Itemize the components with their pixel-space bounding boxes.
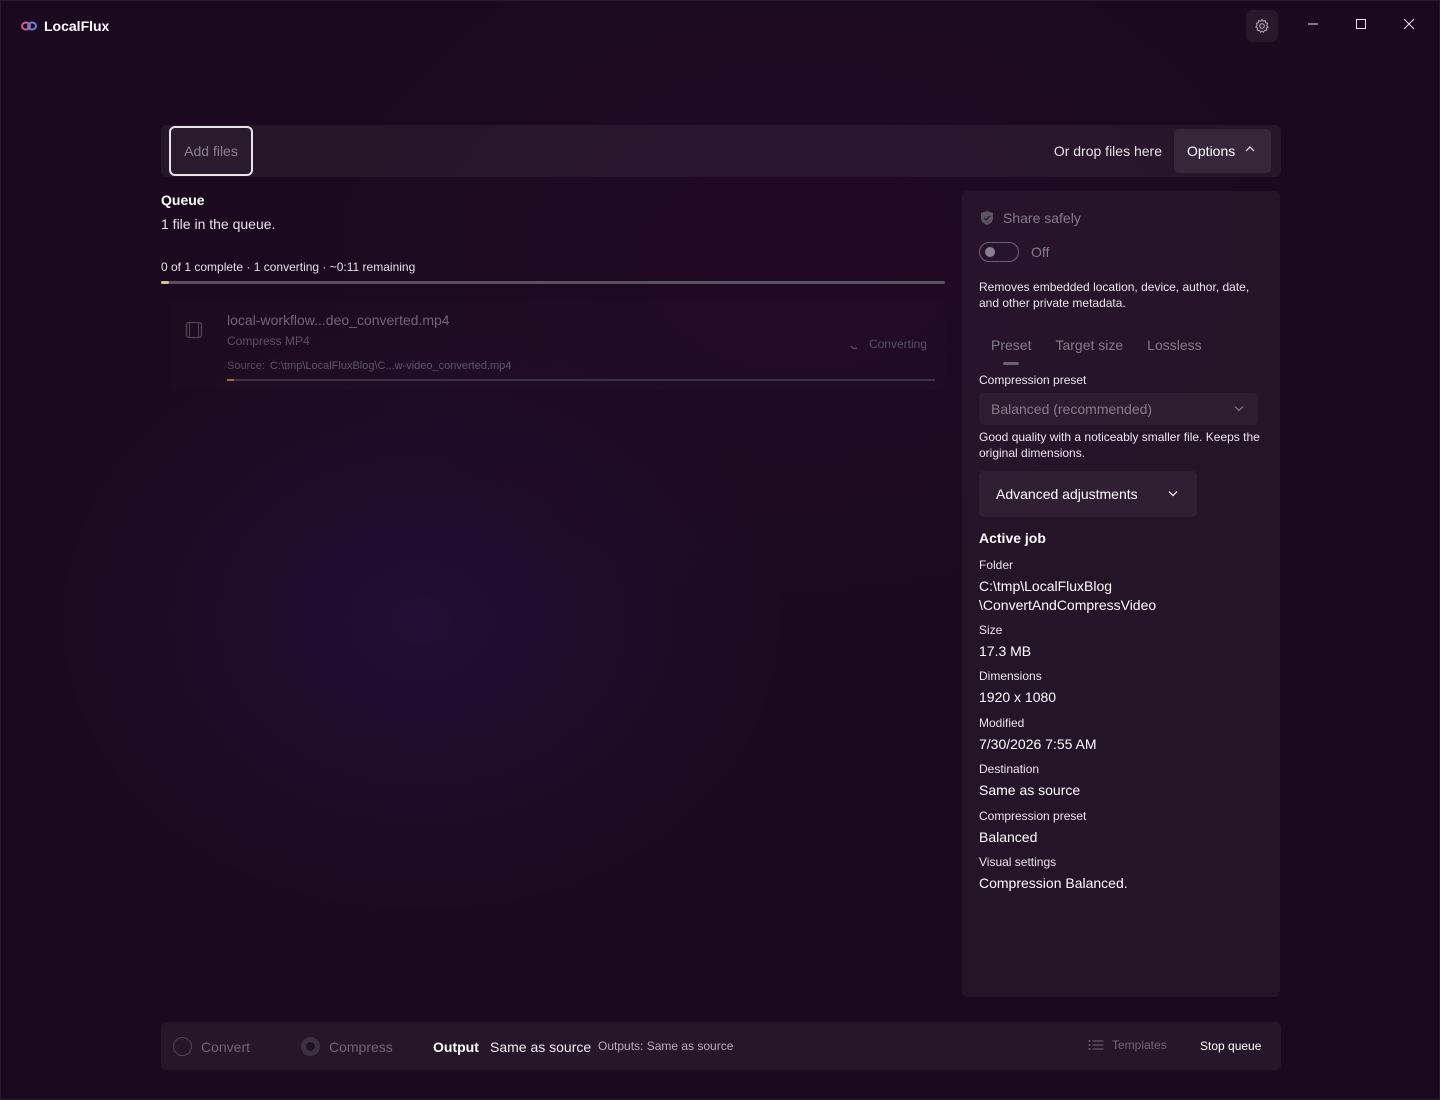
chevron-up-icon: [1245, 146, 1255, 152]
visual-settings-label: Visual settings: [979, 855, 1057, 869]
add-files-button[interactable]: Add files: [169, 126, 253, 176]
advanced-adjustments-button[interactable]: Advanced adjustments: [979, 471, 1197, 517]
job-status-label: Converting: [868, 337, 927, 351]
share-safely-title: Share safely: [1003, 210, 1081, 226]
compression-mode-tabs: Preset Target size Lossless: [979, 337, 1214, 365]
share-safely-toggle[interactable]: [979, 242, 1019, 262]
mode-compress-radio[interactable]: [301, 1037, 320, 1056]
folder-value: C:\tmp\LocalFluxBlog \ConvertAndCompress…: [979, 578, 1157, 613]
destination-value: Same as source: [979, 782, 1081, 798]
minimize-icon: [1308, 23, 1318, 25]
compression-preset-value: Balanced (recommended): [991, 401, 1153, 417]
maximize-icon: [1356, 19, 1366, 29]
preset-description: Good quality with a noticeably smaller f…: [979, 430, 1260, 460]
drop-hint: Or drop files here: [1053, 143, 1162, 159]
job-progress-bar: [227, 379, 935, 381]
destination-label: Destination: [979, 762, 1040, 776]
output-label: Output: [433, 1039, 479, 1055]
job-operation: Compress MP4: [227, 334, 310, 348]
share-safely-header: Share safely: [979, 210, 1081, 226]
shield-icon: [981, 211, 993, 225]
job-compression-preset-label: Compression preset: [979, 809, 1087, 823]
advanced-adjustments-label: Advanced adjustments: [996, 486, 1138, 502]
compression-preset-label: Compression preset: [979, 373, 1087, 387]
modified-value: 7/30/2026 7:55 AM: [979, 736, 1097, 752]
job-file-name: local-workflow...deo_converted.mp4: [227, 312, 450, 328]
folder-label: Folder: [979, 558, 1014, 572]
modified-label: Modified: [979, 716, 1025, 730]
toggle-knob: [985, 247, 995, 257]
share-safely-description: Removes embedded location, device, autho…: [979, 280, 1250, 310]
job-progress-fill: [227, 379, 235, 381]
stop-queue-button[interactable]: Stop queue: [1200, 1039, 1261, 1053]
templates-label: Templates: [1112, 1038, 1167, 1052]
title-bar: LocalFlux: [1, 1, 1440, 51]
tab-lossless[interactable]: Lossless: [1135, 337, 1213, 365]
queue-progress-bar: [161, 281, 945, 284]
queue-summary: 0 of 1 complete · 1 converting · ~0:11 r…: [161, 260, 416, 274]
job-source-label: Source:: [227, 360, 265, 372]
bottom-action-bar: Convert Compress Output Same as source O…: [161, 1022, 1281, 1070]
compression-preset-select[interactable]: Balanced (recommended): [979, 393, 1258, 425]
visual-settings-value: Compression Balanced.: [979, 875, 1128, 891]
dimensions-label: Dimensions: [979, 669, 1042, 683]
film-icon: [185, 321, 203, 339]
close-icon: [1403, 18, 1415, 30]
size-label: Size: [979, 623, 1003, 637]
settings-button[interactable]: [1246, 10, 1278, 42]
toggle-state-label: Off: [1031, 244, 1050, 260]
app-window: LocalFlux Add files Or drop files here O…: [0, 0, 1440, 1100]
options-label: Options: [1187, 143, 1236, 159]
close-button[interactable]: [1386, 9, 1432, 39]
spinner-icon: [850, 345, 858, 350]
outputs-note: Outputs: Same as source: [598, 1039, 734, 1053]
job-source-path: C:\tmp\LocalFluxBlog\C...w-video_convert…: [269, 360, 512, 372]
queue-title: Queue: [161, 192, 205, 208]
settings-panel: Share safely Off Removes embedded locati…: [962, 191, 1280, 997]
mode-convert-label[interactable]: Convert: [201, 1039, 250, 1055]
maximize-button[interactable]: [1338, 9, 1384, 39]
chevron-down-icon: [1168, 491, 1178, 497]
job-source: Source: C:\tmp\LocalFluxBlog\C...w-video_…: [227, 360, 511, 372]
queue-progress-fill: [161, 281, 169, 284]
queue-item[interactable]: local-workflow...deo_converted.mp4 Compr…: [169, 301, 945, 389]
app-title: LocalFlux: [44, 18, 110, 34]
minimize-button[interactable]: [1290, 9, 1336, 39]
active-job-title: Active job: [979, 530, 1046, 546]
job-status: Converting: [849, 337, 927, 351]
mode-convert-radio[interactable]: [173, 1037, 192, 1056]
gear-icon: [1255, 18, 1269, 33]
mode-compress-label[interactable]: Compress: [329, 1039, 393, 1055]
tab-target-size[interactable]: Target size: [1043, 337, 1135, 365]
tab-preset[interactable]: Preset: [979, 337, 1043, 365]
job-compression-preset-value: Balanced: [979, 829, 1038, 845]
infinity-logo-icon: [21, 21, 37, 31]
options-button[interactable]: Options: [1174, 129, 1271, 173]
output-value[interactable]: Same as source: [490, 1039, 591, 1055]
size-value: 17.3 MB: [979, 643, 1032, 659]
queue-count: 1 file in the queue.: [161, 216, 276, 232]
templates-button[interactable]: Templates: [1088, 1038, 1167, 1052]
list-icon: [1088, 1040, 1104, 1050]
chevron-down-icon: [1234, 406, 1244, 412]
dimensions-value: 1920 x 1080: [979, 689, 1057, 705]
file-drop-bar[interactable]: Add files Or drop files here Options: [161, 125, 1281, 177]
